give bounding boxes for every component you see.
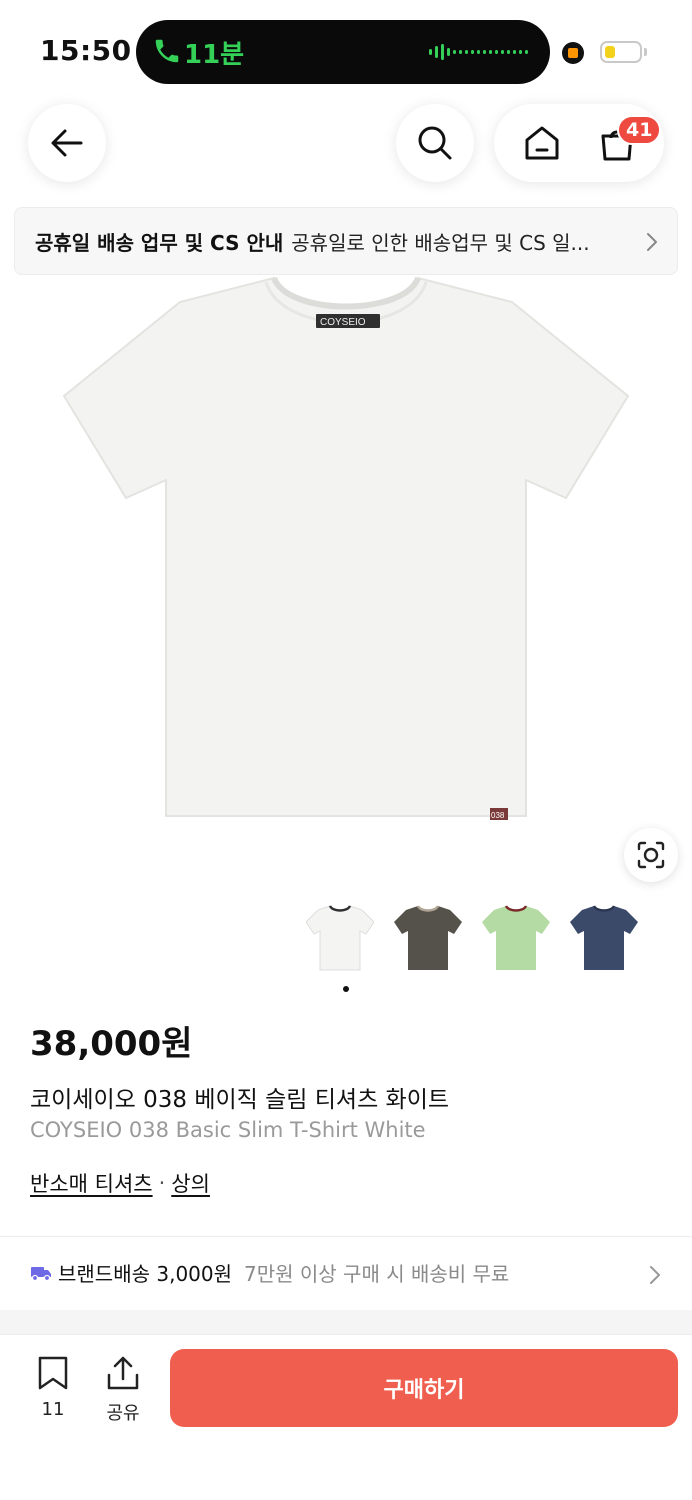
- hem-tag: 038: [491, 811, 505, 820]
- status-time: 15:50: [40, 34, 132, 67]
- color-variant-thumbnail[interactable]: [482, 900, 550, 976]
- phone-icon: [155, 39, 179, 63]
- chevron-right-icon: [647, 233, 657, 251]
- delivery-info-row[interactable]: 브랜드배송 3,000원 7만원 이상 구매 시 배송비 무료: [30, 1258, 509, 1287]
- category-link-short-sleeve[interactable]: 반소매 티셔츠: [30, 1168, 153, 1198]
- share-label: 공유: [106, 1403, 140, 1424]
- category-breadcrumb: 반소매 티셔츠 · 상의: [30, 1168, 210, 1198]
- visual-search-button[interactable]: [624, 828, 678, 882]
- audio-waveform-icon: [429, 44, 528, 60]
- section-spacer: [0, 1310, 692, 1334]
- free-shipping-condition: 7만원 이상 구매 시 배송비 무료: [244, 1262, 510, 1286]
- chevron-right-icon[interactable]: [648, 1264, 662, 1286]
- bookmark-count: 11: [41, 1399, 65, 1420]
- bookmark-button[interactable]: 11: [28, 1355, 78, 1420]
- recording-indicator-icon: [562, 42, 584, 64]
- notice-text: 공휴일로 인한 배송업무 및 CS 일...: [291, 230, 590, 255]
- bottom-action-bar: 11 공유 구매하기: [0, 1334, 692, 1500]
- image-pager-dot: [343, 986, 349, 992]
- search-button[interactable]: [396, 104, 474, 182]
- category-separator: ·: [158, 1171, 166, 1195]
- notice-title: 공휴일 배송 업무 및 CS 안내: [35, 230, 284, 255]
- battery-icon: [600, 41, 642, 63]
- product-image[interactable]: COYSEIO 038: [60, 276, 632, 824]
- brand-label: COYSEIO: [320, 317, 366, 328]
- home-button[interactable]: [522, 123, 562, 163]
- color-variant-list: [306, 900, 638, 976]
- dynamic-island-call[interactable]: 11분: [136, 20, 550, 84]
- share-button[interactable]: 공유: [98, 1355, 148, 1425]
- status-bar: 15:50 11분: [0, 0, 692, 100]
- lens-icon: [637, 841, 665, 869]
- battery-fill: [605, 46, 615, 58]
- product-name-en: COYSEIO 038 Basic Slim T-Shirt White: [30, 1118, 426, 1142]
- search-icon: [418, 126, 452, 160]
- share-icon: [107, 1356, 139, 1390]
- back-button[interactable]: [28, 104, 106, 182]
- color-variant-thumbnail[interactable]: [306, 900, 374, 976]
- home-icon: [525, 126, 558, 160]
- battery-tip: [644, 48, 647, 56]
- product-price: 38,000원: [30, 1024, 193, 1064]
- product-name-ko: 코이세이오 038 베이직 슬림 티셔츠 화이트: [30, 1087, 450, 1113]
- color-variant-thumbnail[interactable]: [394, 900, 462, 976]
- arrow-left-icon: [51, 129, 83, 157]
- buy-button[interactable]: 구매하기: [170, 1349, 678, 1427]
- section-divider: [0, 1236, 692, 1237]
- category-link-top[interactable]: 상의: [171, 1168, 210, 1198]
- notice-banner[interactable]: 공휴일 배송 업무 및 CS 안내 공휴일로 인한 배송업무 및 CS 일...: [14, 207, 678, 275]
- delivery-fee: 브랜드배송 3,000원: [58, 1262, 233, 1286]
- bookmark-icon: [38, 1356, 68, 1390]
- truck-icon: [31, 1266, 51, 1281]
- call-duration: 11분: [184, 40, 245, 70]
- cart-count-badge: 41: [617, 115, 662, 145]
- color-variant-thumbnail[interactable]: [570, 900, 638, 976]
